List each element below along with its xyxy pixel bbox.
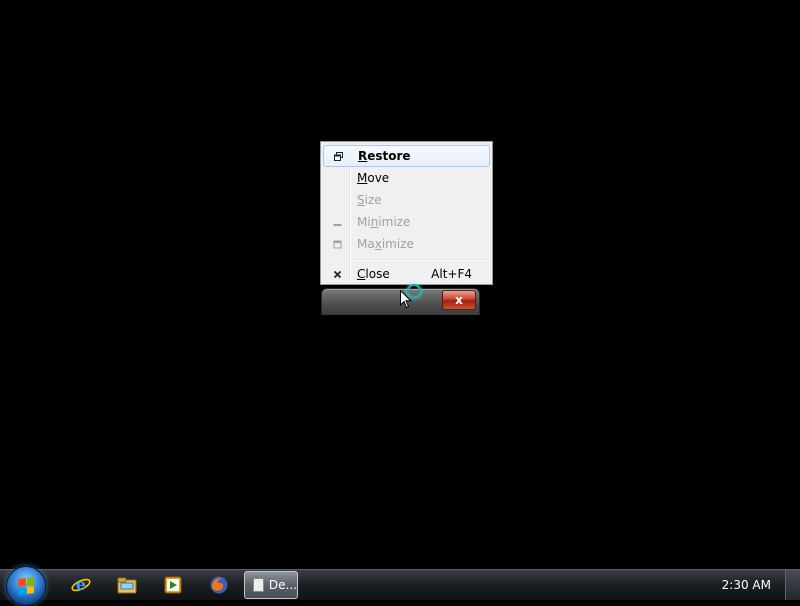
windows-logo-icon — [18, 577, 34, 595]
media-player-icon[interactable] — [161, 574, 185, 596]
show-desktop-button[interactable] — [785, 570, 800, 600]
window-system-menu: Restore Move Size Minimize Maximize Clos… — [320, 141, 493, 285]
taskbar-button-label: De... — [268, 578, 297, 592]
menu-item-shortcut: Alt+F4 — [431, 267, 472, 281]
windows-explorer-icon[interactable] — [115, 574, 139, 596]
taskbar-active-window-button[interactable]: De... — [244, 571, 298, 599]
menu-item-label: Size — [357, 193, 382, 207]
menu-item-label: Maximize — [357, 237, 414, 251]
system-clock[interactable]: 2:30 AM — [722, 570, 771, 600]
menu-item-size: Size — [323, 189, 490, 211]
menu-item-label: Close — [357, 267, 390, 281]
internet-explorer-icon[interactable]: e — [69, 574, 93, 596]
minimize-icon — [323, 218, 351, 227]
menu-item-maximize: Maximize — [323, 233, 490, 255]
close-icon — [323, 270, 351, 279]
start-button[interactable] — [6, 566, 46, 606]
menu-item-close[interactable]: Close Alt+F4 — [323, 263, 490, 285]
window-close-button[interactable]: x — [442, 290, 476, 310]
menu-item-restore[interactable]: Restore — [323, 145, 490, 167]
mouse-cursor-icon — [400, 290, 412, 309]
restore-icon — [324, 151, 352, 161]
menu-item-label: Move — [357, 171, 390, 185]
menu-separator — [352, 259, 489, 261]
maximize-icon — [323, 240, 351, 249]
close-icon: x — [455, 293, 463, 307]
menu-item-label: Restore — [358, 149, 411, 163]
document-icon — [253, 578, 264, 592]
menu-item-move[interactable]: Move — [323, 167, 490, 189]
svg-text:e: e — [76, 575, 86, 594]
menu-item-label: Minimize — [357, 215, 411, 229]
taskbar: e De... 2:30 AM — [0, 566, 800, 606]
menu-item-minimize: Minimize — [323, 211, 490, 233]
firefox-icon[interactable] — [207, 574, 231, 596]
